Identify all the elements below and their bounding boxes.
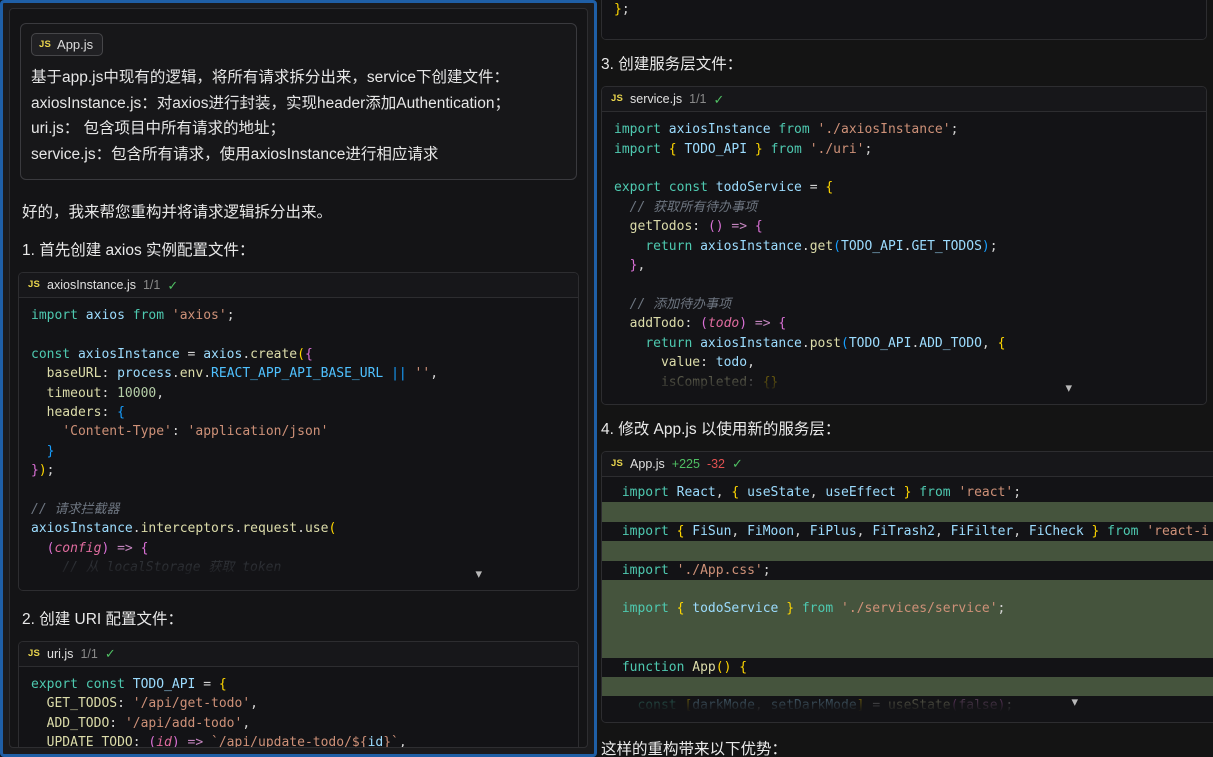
check-icon: ✓: [732, 456, 743, 472]
appjs-diff-body: import React, { useState, useEffect } fr…: [602, 476, 1213, 716]
js-file-icon: JS: [611, 93, 624, 105]
chevron-down-icon[interactable]: ▾: [1065, 382, 1072, 395]
user-message-bubble: JS App.js 基于app.js中现有的逻辑，将所有请求拆分出来，servi…: [20, 23, 577, 180]
js-file-icon: JS: [28, 647, 41, 659]
js-file-icon: JS: [611, 458, 624, 470]
appjs-filename: App.js: [630, 456, 665, 471]
axiosinstance-code-header[interactable]: JS axiosInstance.js 1/1 ✓: [19, 273, 578, 298]
user-message-text: 基于app.js中现有的逻辑，将所有请求拆分出来，service下创建文件： a…: [31, 65, 566, 167]
chevron-down-icon[interactable]: ▾: [1071, 696, 1078, 709]
diff-additions-count: +225: [671, 456, 700, 471]
js-file-icon: JS: [39, 38, 52, 50]
uri-code-card: JS uri.js 1/1 ✓ export const TODO_API = …: [18, 640, 579, 747]
uri-code-card-tail: DELETE_TODO: (id) => `/api/del-todo/${id…: [601, 0, 1207, 41]
step3-title: 3. 创建服务层文件：: [601, 56, 743, 74]
appjs-diff-header[interactable]: JS App.js +225 -32 ✓: [602, 451, 1213, 477]
service-progress-meta: 1/1: [689, 92, 707, 107]
check-icon: ✓: [713, 91, 725, 107]
user-message-line: 基于app.js中现有的逻辑，将所有请求拆分出来，service下创建文件：: [31, 69, 509, 86]
axiosinstance-code-card: JS axiosInstance.js 1/1 ✓ import axios f…: [18, 272, 579, 591]
check-icon: ✓: [104, 646, 116, 662]
check-icon: ✓: [167, 277, 179, 293]
user-message-line: axiosInstance.js：对axios进行封装，实现header添加Au…: [31, 94, 510, 112]
step4-title: 4. 修改 App.js 以使用新的服务层：: [601, 420, 841, 438]
service-code-expand[interactable]: ▾: [602, 377, 1206, 404]
axiosinstance-code-body: import axios from 'axios'; const axiosIn…: [19, 298, 578, 578]
service-filename: service.js: [630, 92, 683, 107]
app-screen: DELETE_TODO: (id) => `/api/del-todo/${id…: [0, 0, 1213, 757]
uri-filename: uri.js: [47, 646, 74, 661]
user-message-line: uri.js： 包含项目中所有请求的地址；: [31, 120, 286, 137]
service-code-header[interactable]: JS service.js 1/1 ✓: [602, 87, 1206, 113]
uri-progress-meta: 1/1: [80, 646, 98, 661]
diff-deletions-count: -32: [706, 456, 726, 471]
uri-code-body: export const TODO_API = { GET_TODOS: '/a…: [19, 666, 578, 747]
chat-right-column: DELETE_TODO: (id) => `/api/del-todo/${id…: [597, 0, 1213, 757]
js-file-icon: JS: [28, 279, 41, 291]
user-message-line: service.js：包含所有请求，使用axiosInstance进行相应请求: [31, 145, 439, 163]
chevron-down-icon[interactable]: ▾: [475, 568, 482, 581]
step2-title: 2. 创建 URI 配置文件：: [22, 610, 184, 628]
attached-file-chip[interactable]: JS App.js: [31, 33, 104, 56]
uri-code-header[interactable]: JS uri.js 1/1 ✓: [19, 641, 578, 667]
axiosinstance-progress-meta: 1/1: [142, 278, 161, 292]
axiosinstance-code-expand[interactable]: ▾: [19, 563, 578, 590]
chat-left-content: JS App.js 基于app.js中现有的逻辑，将所有请求拆分出来，servi…: [9, 8, 588, 748]
chat-left-window[interactable]: JS App.js 基于app.js中现有的逻辑，将所有请求拆分出来，servi…: [0, 0, 597, 757]
axiosinstance-filename: axiosInstance.js: [47, 278, 136, 292]
service-code-card: JS service.js 1/1 ✓ import axiosInstance…: [601, 86, 1207, 405]
appjs-diff-card: JS App.js +225 -32 ✓ import React, { use…: [601, 450, 1213, 723]
uri-code-tail: DELETE_TODO: (id) => `/api/del-todo/${id…: [602, 0, 1206, 40]
closing-text: 这样的重构带来以下优势：: [601, 740, 788, 757]
assistant-intro-text: 好的，我来帮您重构并将请求逻辑拆分出来。: [22, 204, 333, 221]
attached-file-name: App.js: [57, 37, 94, 52]
appjs-diff-expand[interactable]: ▾: [602, 695, 1213, 722]
step1-title: 1. 首先创建 axios 实例配置文件：: [22, 242, 255, 259]
service-code-body: import axiosInstance from './axiosInstan…: [602, 112, 1206, 392]
